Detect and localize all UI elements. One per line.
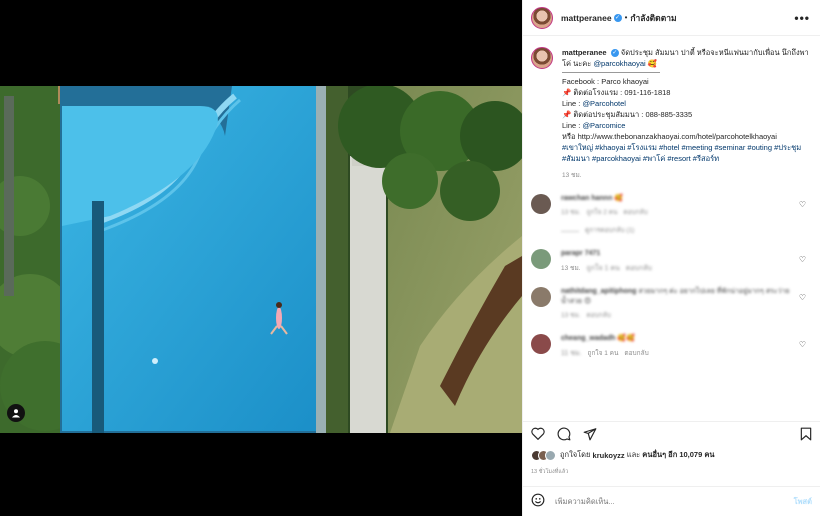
- comment-text: 🥰: [614, 195, 624, 202]
- following-button[interactable]: กำลังติดตาม: [630, 11, 676, 25]
- caption-username[interactable]: mattperanee: [562, 48, 607, 57]
- bookmark-icon[interactable]: [800, 427, 812, 443]
- comment-input[interactable]: [555, 497, 794, 506]
- comment-username[interactable]: nathitdang_apitiphong: [561, 288, 636, 295]
- comment-like-icon[interactable]: ♡: [799, 293, 806, 302]
- post-timestamp: 13 ชั่วโมงที่แล้ว: [531, 469, 569, 475]
- caption-line: 📌 ติดต่อประชุมสัมมนา : 088-885-3335: [562, 110, 693, 119]
- comment-item: rawchan hannn 🥰 13 ชม. ถูกใจ 2 คน ตอบกลับ …: [531, 194, 810, 236]
- caption-line: 📌 ติดต่อโรงแรม : 091-116-1818: [562, 88, 671, 97]
- comment-icon[interactable]: [557, 427, 571, 443]
- comment-like-icon[interactable]: ♡: [799, 200, 806, 209]
- likes-summary: ถูกใจโดย krukoyzz และ คนอื่นๆ อีก 10,079…: [531, 449, 812, 461]
- pool-aerial-image: [0, 86, 522, 433]
- post-photo[interactable]: [0, 86, 522, 433]
- caption-body: mattperanee ✓ จัดประชุม สัมมนา ปาตี้ หรื…: [562, 47, 810, 181]
- post-sidebar: mattperanee ✓ • กำลังติดตาม ••• mattpera…: [522, 0, 820, 516]
- likes-prefix: ถูกใจโดย: [560, 450, 591, 459]
- caption-hashtags[interactable]: #เขาใหญ่ #khaoyai #โรงแรม #hotel #meetin…: [562, 143, 801, 163]
- post-header: mattperanee ✓ • กำลังติดตาม •••: [523, 0, 820, 36]
- view-replies[interactable]: ดูการตอบกลับ (1): [561, 226, 791, 236]
- line-mention[interactable]: @Parcomice: [582, 121, 625, 130]
- caption-url-line: หรือ http://www.thebonanzakhaoyai.com/ho…: [562, 132, 777, 141]
- caption-emoji: 🥰: [647, 59, 658, 68]
- action-bar: [523, 421, 820, 447]
- caption-avatar[interactable]: [531, 47, 553, 69]
- more-options-icon[interactable]: •••: [794, 11, 810, 25]
- caption-mention[interactable]: @parcokhaoyai: [593, 59, 645, 68]
- comment-avatar[interactable]: [531, 194, 551, 214]
- comment-avatar[interactable]: [531, 334, 551, 354]
- comment-composer: โพสต์: [523, 486, 820, 516]
- comment-username[interactable]: rawchan hannn: [561, 195, 612, 202]
- comment-item: nathitdang_apitiphong สวยมากๆ ค่ะ อยากไป…: [531, 287, 810, 321]
- post-media: [0, 0, 522, 516]
- avatar[interactable]: [531, 6, 553, 29]
- user-tag-icon[interactable]: [7, 404, 25, 422]
- caption-time: 13 ชม.: [562, 172, 582, 179]
- comments-scroll[interactable]: mattperanee ✓ จัดประชุม สัมมนา ปาตี้ หรื…: [523, 37, 820, 420]
- caption-line: Line : @Parcomice: [562, 121, 626, 130]
- author-username[interactable]: mattperanee: [561, 13, 612, 23]
- caption-line: Line : @Parcohotel: [562, 99, 626, 108]
- comment-like-icon[interactable]: ♡: [799, 255, 806, 264]
- liker-username[interactable]: krukoyzz: [593, 451, 625, 460]
- comment-username[interactable]: parapr 7471: [561, 250, 600, 257]
- comment-like-icon[interactable]: ♡: [799, 340, 806, 349]
- separator: •: [624, 13, 628, 22]
- caption: mattperanee ✓ จัดประชุม สัมมนา ปาตี้ หรื…: [531, 47, 810, 181]
- likes-and: และ: [626, 450, 641, 459]
- share-icon[interactable]: [583, 427, 597, 443]
- post-button[interactable]: โพสต์: [794, 496, 812, 508]
- likes-others[interactable]: คนอื่นๆ อีก 10,079 คน: [642, 449, 714, 461]
- liker-avatars: [531, 449, 556, 461]
- line-mention[interactable]: @Parcohotel: [582, 99, 625, 108]
- heart-icon[interactable]: [531, 427, 545, 442]
- verified-badge-icon: ✓: [610, 49, 619, 58]
- caption-url[interactable]: http://www.thebonanzakhaoyai.com/hotel/p…: [578, 132, 777, 141]
- comment-text: 🥰🥰: [617, 335, 635, 342]
- caption-divider: [562, 72, 660, 73]
- post-viewer: mattperanee ✓ • กำลังติดตาม ••• mattpera…: [0, 0, 820, 516]
- comment-username[interactable]: cheang_wadadh: [561, 335, 615, 342]
- verified-badge-icon: ✓: [613, 13, 622, 22]
- comment-avatar[interactable]: [531, 249, 551, 269]
- comment-item: parapr 7471 13 ชม. ถูกใจ 1 คน ตอบกลับ ♡: [531, 249, 810, 274]
- comment-avatar[interactable]: [531, 287, 551, 307]
- comment-item: cheang_wadadh 🥰🥰 11 ชม. ถูกใจ 1 คน ตอบกลับ…: [531, 334, 810, 359]
- emoji-icon[interactable]: [531, 493, 545, 510]
- caption-line: Facebook : Parco khaoyai: [562, 77, 649, 86]
